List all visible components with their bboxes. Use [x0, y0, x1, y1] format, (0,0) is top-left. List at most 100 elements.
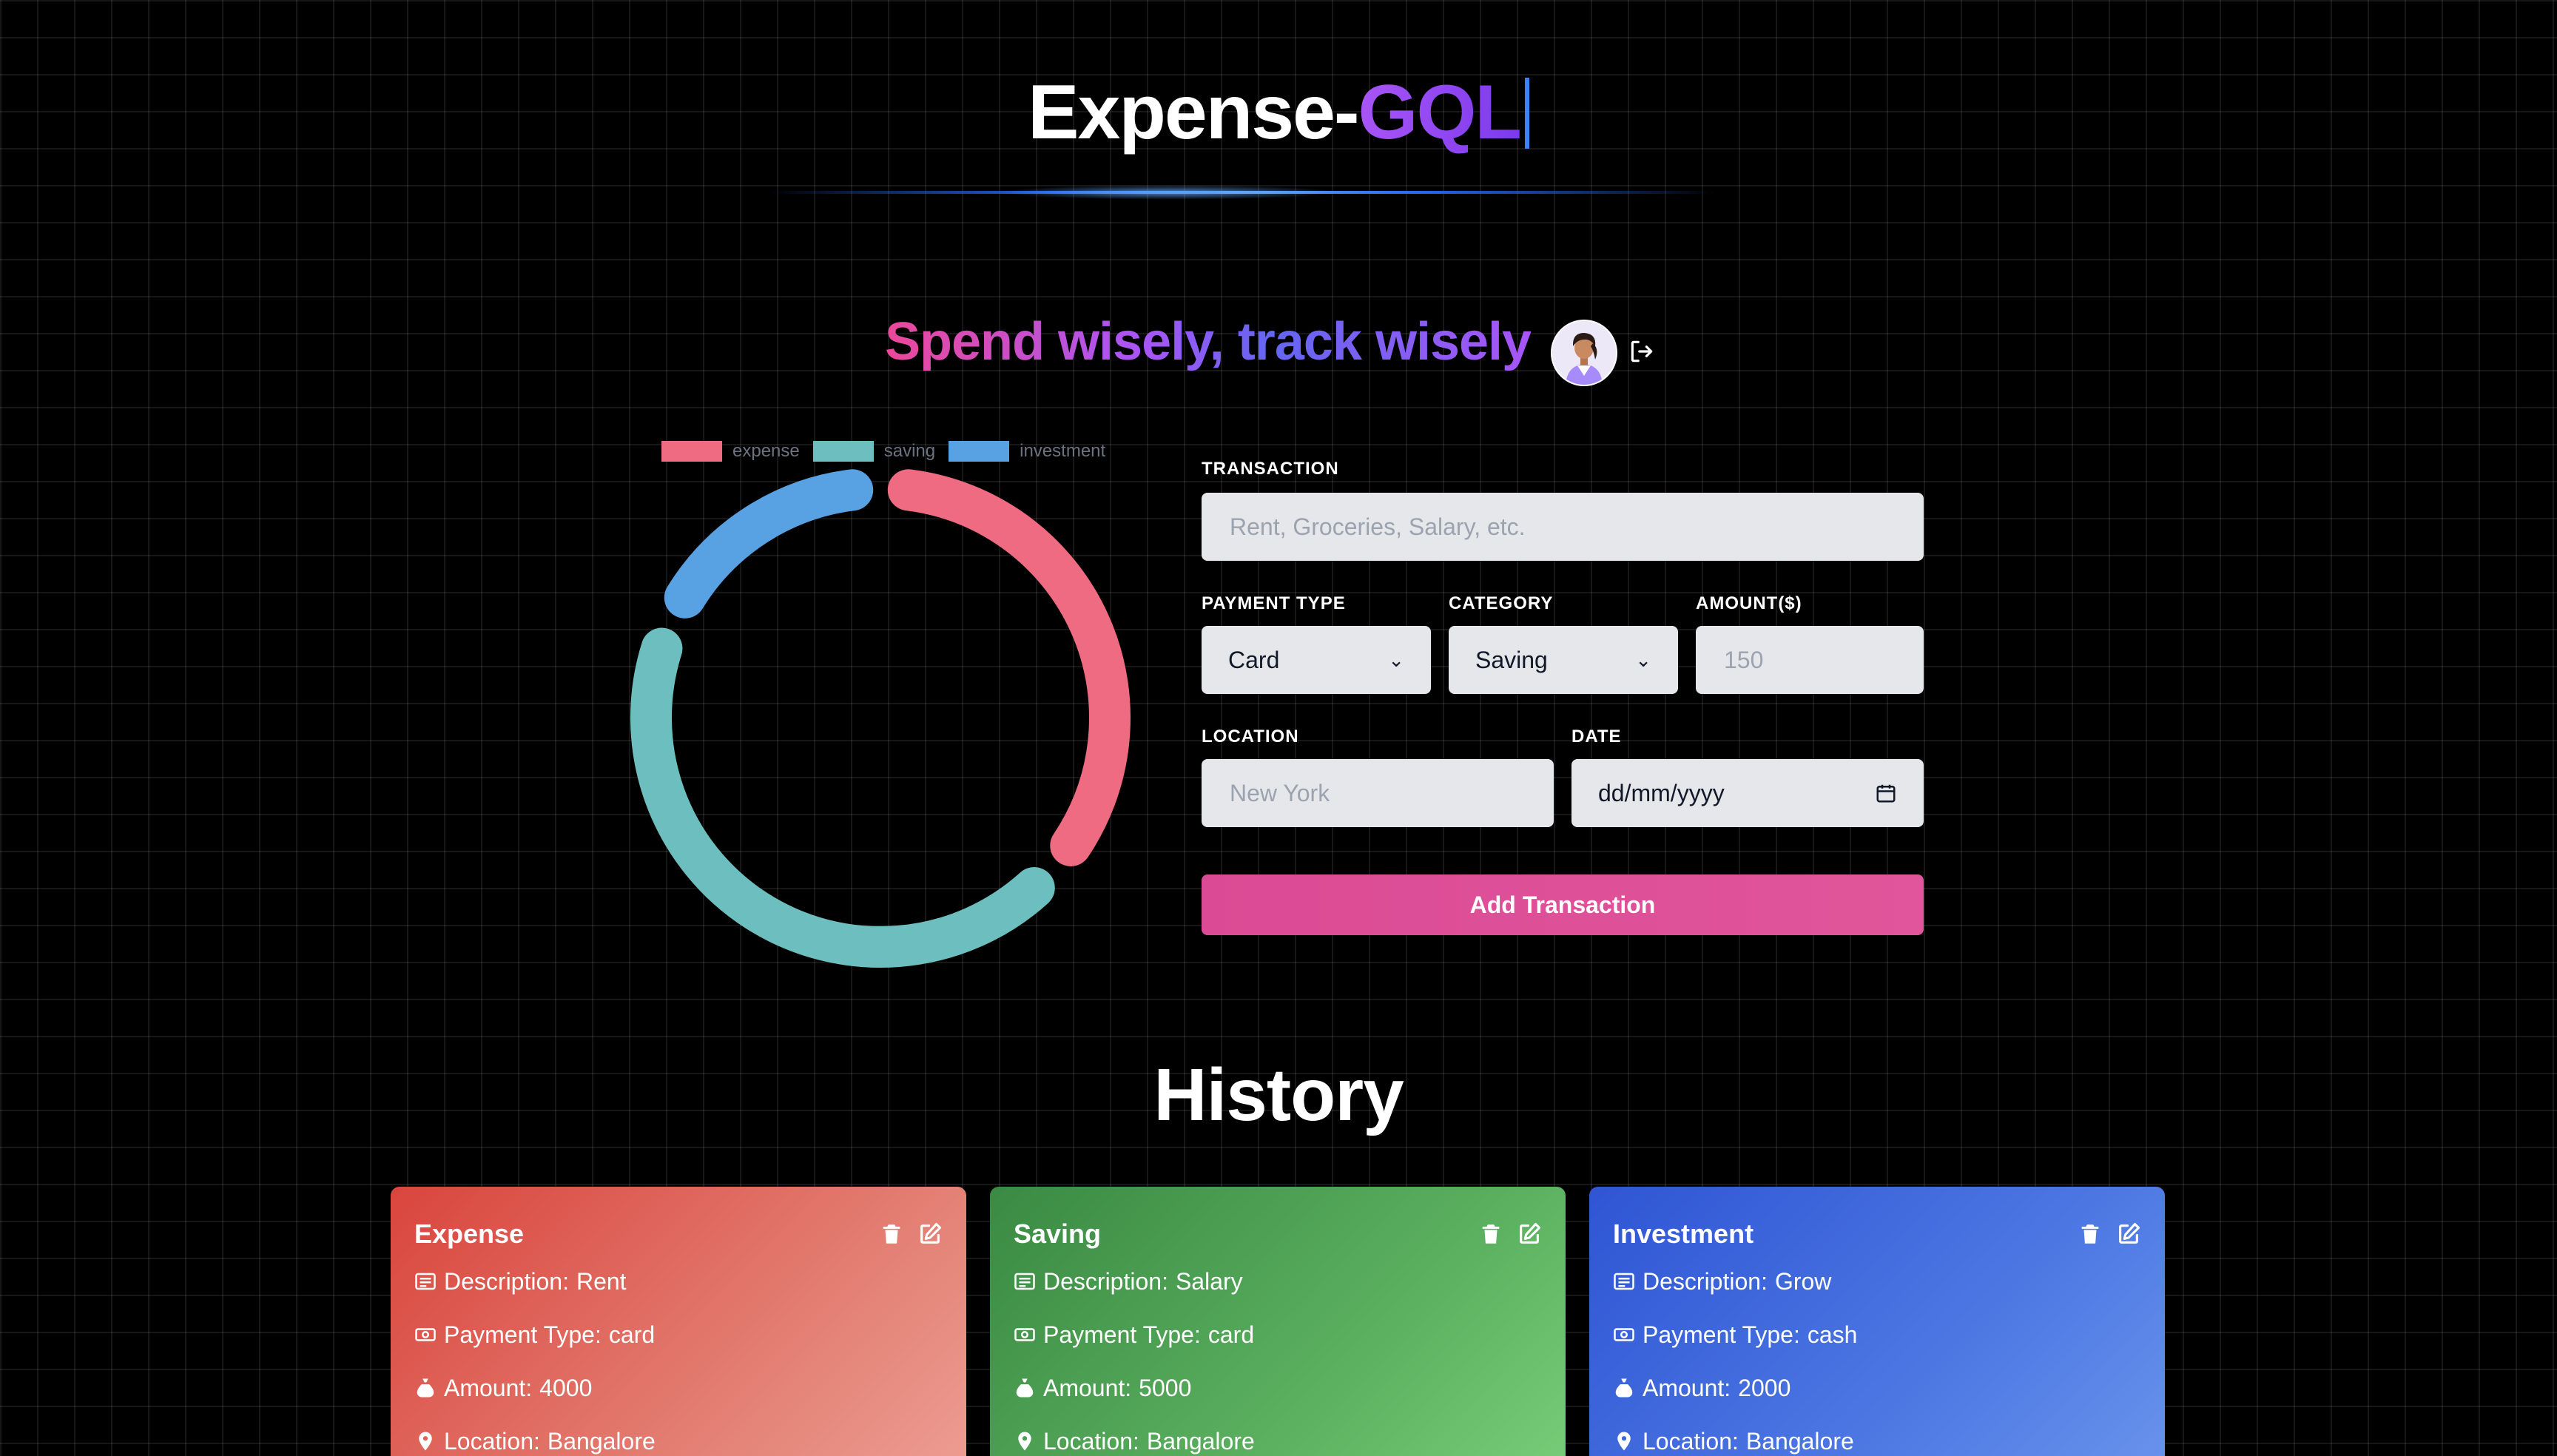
category-label: CATEGORY — [1449, 593, 1554, 613]
app-title-accent: GQL — [1358, 70, 1522, 155]
legend-label-expense: expense — [732, 441, 800, 461]
transaction-card-saving: Saving Description: Salary Payment Type:… — [990, 1187, 1566, 1456]
chart-slice-saving[interactable] — [630, 627, 1055, 968]
payment-type-label: Payment Type: — [444, 1321, 602, 1348]
location-pin-icon — [1617, 1432, 1631, 1451]
location-value: Bangalore — [547, 1427, 656, 1455]
card-amount-row: Amount: 4000 — [414, 1361, 943, 1415]
description-label: Description: — [1043, 1267, 1168, 1295]
card-amount-row: Amount: 2000 — [1613, 1361, 2141, 1415]
amount-input[interactable] — [1722, 645, 1897, 675]
location-field[interactable] — [1202, 759, 1554, 827]
legend-swatch-saving — [812, 441, 874, 462]
payment-type-value: cash — [1807, 1321, 1858, 1348]
legend-swatch-expense — [661, 441, 722, 462]
card-description-row: Description: Grow — [1613, 1255, 2141, 1308]
doughnut-chart — [630, 469, 1131, 968]
payment-type-label: PAYMENT TYPE — [1202, 593, 1346, 613]
avatar[interactable] — [1551, 320, 1617, 386]
category-select[interactable]: Saving ⌄ — [1449, 626, 1678, 694]
location-value: Bangalore — [1745, 1427, 1854, 1455]
payment-type-label: Payment Type: — [1643, 1321, 1800, 1348]
transaction-input[interactable] — [1228, 512, 1897, 542]
money-bag-icon — [1016, 1378, 1034, 1398]
card-payment-row: Payment Type: card — [1014, 1308, 1542, 1361]
legend-item-expense[interactable]: expense — [661, 441, 800, 462]
money-bag-icon — [417, 1378, 434, 1398]
transaction-label: TRANSACTION — [1202, 459, 1339, 479]
trash-icon[interactable] — [1478, 1221, 1503, 1247]
card-title: Expense — [414, 1219, 525, 1249]
cash-icon — [1614, 1328, 1634, 1341]
edit-icon[interactable] — [2116, 1221, 2141, 1247]
chevron-down-icon: ⌄ — [1635, 648, 1651, 671]
transaction-card-investment: Investment Description: Grow Payment Typ… — [1589, 1187, 2165, 1456]
chart-legend: expense saving investment — [661, 441, 1119, 462]
payment-type-value: card — [608, 1321, 656, 1348]
description-label: Description: — [1643, 1267, 1768, 1295]
amount-value: 2000 — [1738, 1374, 1791, 1401]
transaction-card-expense: Expense Description: Rent Payment Type: … — [391, 1187, 966, 1456]
card-description-row: Description: Rent — [414, 1255, 943, 1308]
trash-icon[interactable] — [879, 1221, 904, 1247]
tagline: Spend wisely, track wisely — [885, 305, 1532, 379]
payment-type-select[interactable]: Card ⌄ — [1202, 626, 1431, 694]
location-label: LOCATION — [1202, 727, 1299, 746]
card-location-row: Location: Bangalore — [1014, 1415, 1542, 1456]
location-label: Location: — [444, 1427, 540, 1455]
add-transaction-button[interactable]: Add Transaction — [1202, 874, 1924, 935]
date-label: DATE — [1571, 727, 1622, 746]
logout-icon[interactable] — [1628, 337, 1656, 365]
page: Expense-GQL Spend wisely, track wisely e… — [0, 0, 2557, 1456]
legend-item-investment[interactable]: investment — [949, 441, 1105, 462]
date-value: dd/mm/yyyy — [1598, 779, 1725, 806]
chart-slice-investment[interactable] — [664, 469, 874, 619]
amount-field[interactable] — [1696, 626, 1924, 694]
money-bag-icon — [1615, 1378, 1633, 1398]
legend-swatch-investment — [949, 441, 1010, 462]
amount-label: Amount: — [444, 1374, 533, 1401]
card-title: Saving — [1014, 1219, 1102, 1249]
transaction-field[interactable] — [1202, 493, 1924, 561]
amount-label: AMOUNT($) — [1696, 593, 1802, 613]
calendar-icon[interactable] — [1875, 782, 1897, 804]
chart-slice-expense[interactable] — [887, 469, 1131, 866]
location-label: Location: — [1043, 1427, 1139, 1455]
date-field[interactable]: dd/mm/yyyy — [1571, 759, 1924, 827]
chevron-down-icon: ⌄ — [1388, 648, 1404, 671]
card-location-row: Location: Bangalore — [414, 1415, 943, 1456]
location-value: Bangalore — [1146, 1427, 1255, 1455]
description-icon — [1614, 1273, 1634, 1290]
app-title: Expense-GQL — [0, 65, 2557, 160]
card-payment-row: Payment Type: card — [414, 1308, 943, 1361]
description-icon — [415, 1273, 436, 1290]
description-value: Salary — [1175, 1267, 1243, 1295]
app-title-prefix: Expense- — [1028, 70, 1359, 155]
trash-icon[interactable] — [2078, 1221, 2103, 1247]
payment-type-value: Card — [1228, 646, 1280, 673]
category-value: Saving — [1475, 646, 1548, 673]
edit-icon[interactable] — [917, 1221, 943, 1247]
amount-value: 4000 — [539, 1374, 593, 1401]
card-location-row: Location: Bangalore — [1613, 1415, 2141, 1456]
description-value: Grow — [1774, 1267, 1832, 1295]
description-icon — [1014, 1273, 1035, 1290]
payment-type-value: card — [1207, 1321, 1255, 1348]
legend-item-saving[interactable]: saving — [812, 441, 936, 462]
legend-label-investment: investment — [1020, 441, 1106, 461]
description-value: Rent — [576, 1267, 627, 1295]
avatar-illustration — [1552, 321, 1616, 385]
amount-label: Amount: — [1043, 1374, 1132, 1401]
location-input[interactable] — [1228, 778, 1527, 808]
legend-label-saving: saving — [883, 441, 936, 461]
text-caret — [1524, 78, 1529, 149]
amount-label: Amount: — [1643, 1374, 1731, 1401]
card-description-row: Description: Salary — [1014, 1255, 1542, 1308]
description-label: Description: — [444, 1267, 569, 1295]
card-title: Investment — [1613, 1219, 1754, 1249]
location-label: Location: — [1643, 1427, 1739, 1455]
payment-type-label: Payment Type: — [1043, 1321, 1201, 1348]
cash-icon — [415, 1328, 436, 1341]
edit-icon[interactable] — [1517, 1221, 1542, 1247]
cash-icon — [1014, 1328, 1035, 1341]
